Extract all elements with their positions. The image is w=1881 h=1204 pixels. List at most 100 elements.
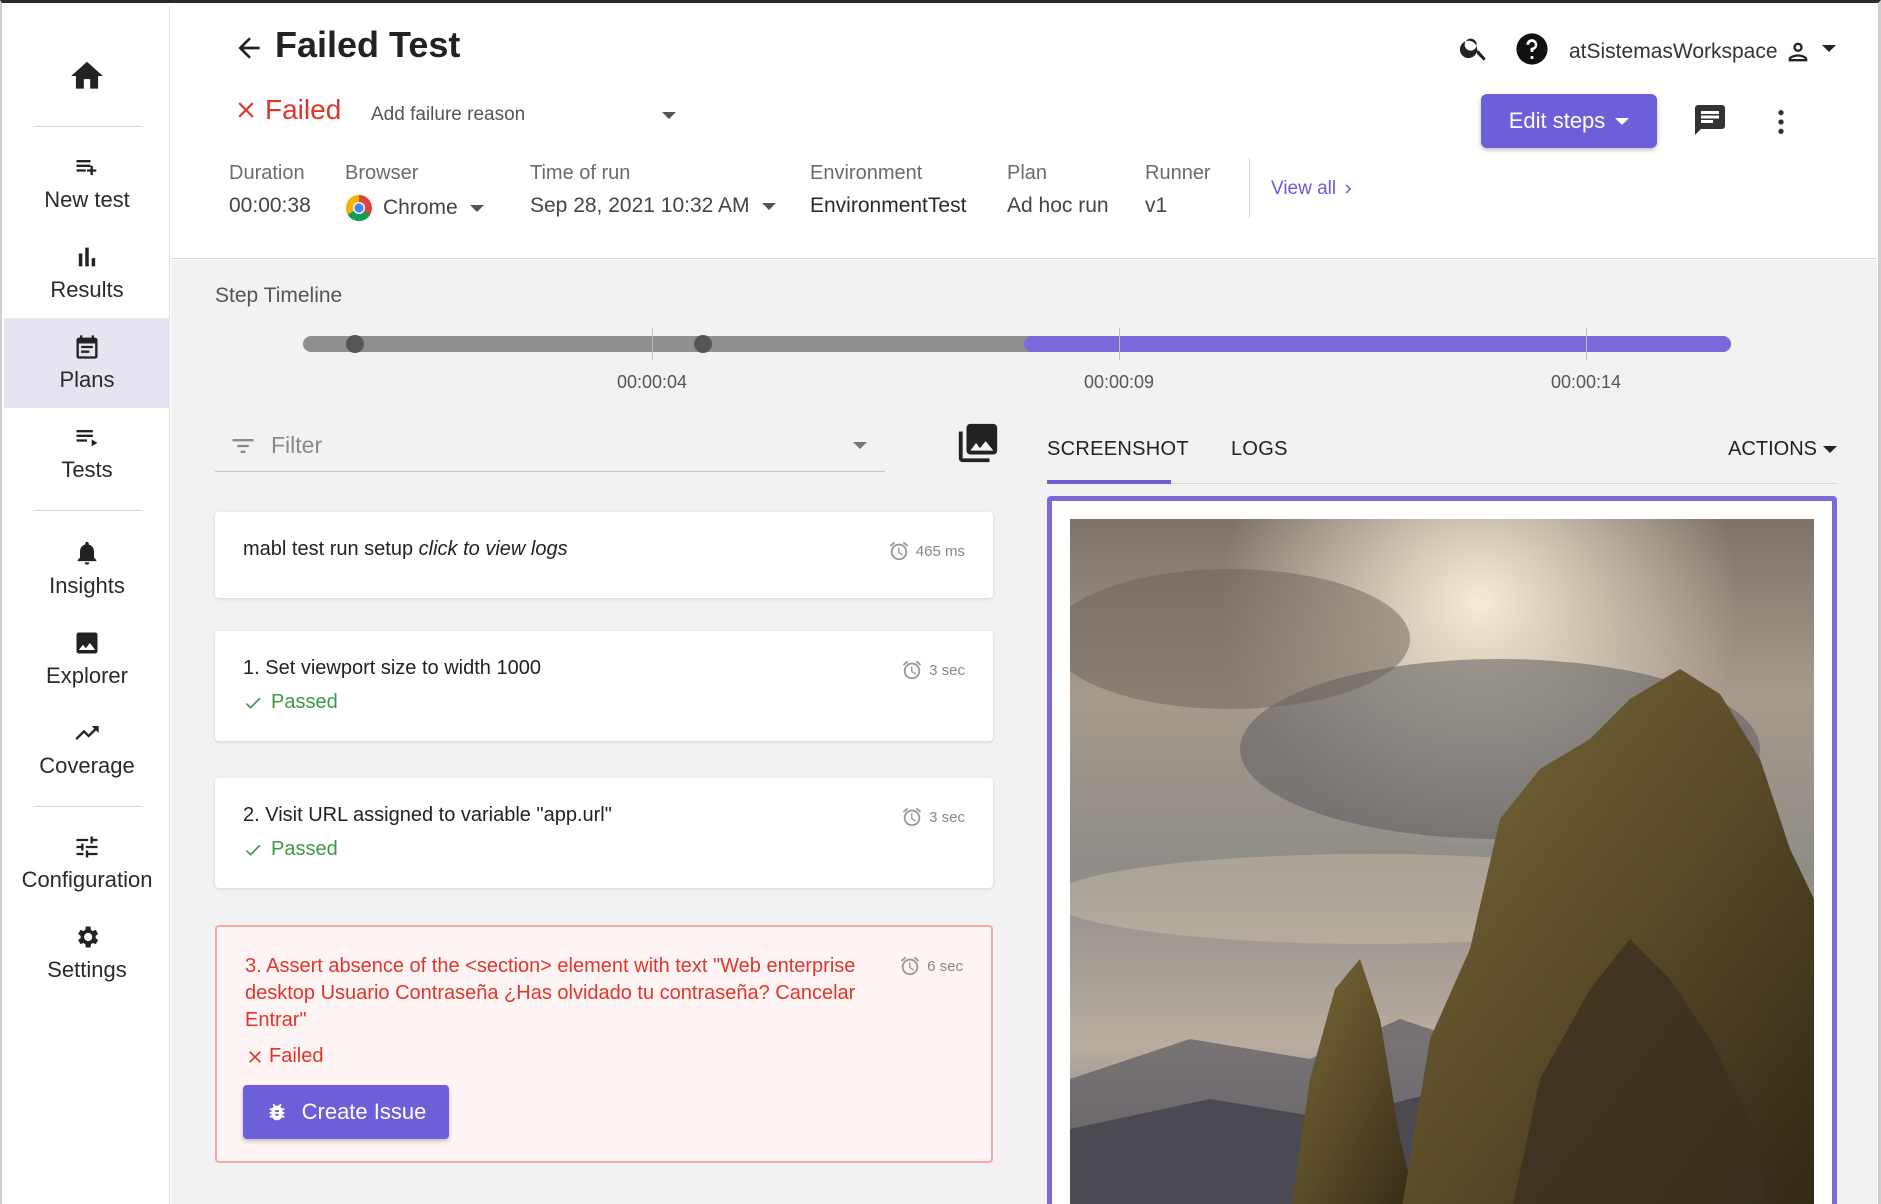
step-title-line: desktop Usuario Contraseña ¿Has olvidado… <box>245 982 856 1004</box>
back-button[interactable] <box>233 32 265 64</box>
sidebar-item-coverage[interactable]: Coverage <box>4 704 170 794</box>
view-all-link[interactable]: View all <box>1271 178 1358 200</box>
step-duration: 465 ms <box>888 540 965 562</box>
step-card-setup[interactable]: mabl test run setup click to view logs 4… <box>215 512 993 598</box>
edit-steps-button[interactable]: Edit steps <box>1481 94 1657 148</box>
home-button[interactable] <box>4 46 170 106</box>
step-title: mabl test run setup <box>243 538 414 560</box>
filter-input[interactable]: Filter <box>215 420 885 472</box>
failure-reason-select[interactable]: Add failure reason <box>371 104 676 126</box>
sidebar-item-configuration[interactable]: Configuration <box>4 818 170 908</box>
step-title-line: 3. Assert absence of the <section> eleme… <box>245 955 856 977</box>
close-icon <box>238 102 254 118</box>
sidebar-item-new-test[interactable]: New test <box>4 138 170 228</box>
meta-runner: Runner v1 <box>1145 162 1211 218</box>
step-card-3-failed[interactable]: 3. Assert absence of the <section> eleme… <box>215 925 993 1163</box>
status-text: Failed <box>265 94 342 125</box>
chrome-icon <box>345 194 372 222</box>
sidebar-item-results[interactable]: Results <box>4 228 170 318</box>
sidebar-item-label: Settings <box>47 957 127 982</box>
alarm-icon <box>889 541 908 561</box>
meta-label: Runner <box>1145 162 1211 184</box>
filter-placeholder: Filter <box>271 432 323 458</box>
alarm-icon <box>900 956 920 976</box>
step-duration-value: 465 ms <box>915 542 965 560</box>
sidebar-item-label: New test <box>44 187 130 212</box>
more-options-button[interactable] <box>1765 106 1797 138</box>
step-card-2[interactable]: 2. Visit URL assigned to variable "app.u… <box>215 778 993 888</box>
meta-value: v1 <box>1145 194 1168 217</box>
workspace-menu[interactable]: atSistemasWorkspace <box>1569 38 1836 66</box>
timeline-step-marker[interactable] <box>346 335 364 353</box>
step-duration: 3 sec <box>901 806 965 828</box>
sidebar-item-plans[interactable]: Plans <box>4 318 170 408</box>
comment-icon <box>1695 105 1725 135</box>
meta-environment: Environment EnvironmentTest <box>810 162 966 218</box>
trending-up-icon <box>75 726 99 740</box>
timeline-tick-label: 00:00:14 <box>1551 372 1622 392</box>
calendar-icon <box>76 335 98 359</box>
user-icon <box>1788 42 1807 62</box>
chevron-down-icon <box>1823 446 1837 453</box>
sidebar-divider <box>34 806 142 807</box>
help-icon <box>1516 33 1548 65</box>
step-duration: 3 sec <box>901 659 965 681</box>
meta-label: Time of run <box>530 162 631 184</box>
step-timeline-label: Step Timeline <box>215 284 343 307</box>
page-title: Failed Test <box>275 24 461 65</box>
timeline-progress <box>1024 336 1731 352</box>
screenshot-gallery-button[interactable] <box>955 420 1001 466</box>
meta-duration: Duration 00:00:38 <box>229 162 311 218</box>
chevron-down-icon <box>662 111 676 119</box>
list-icon <box>76 430 98 447</box>
tab-logs[interactable]: LOGS <box>1231 438 1288 461</box>
step-card-1[interactable]: 1. Set viewport size to width 1000 3 sec… <box>215 631 993 741</box>
filter-icon <box>232 438 254 453</box>
close-icon <box>249 1050 261 1063</box>
tab-screenshot[interactable]: SCREENSHOT <box>1047 438 1189 461</box>
actions-menu[interactable]: ACTIONS <box>1728 438 1837 461</box>
time-value: Sep 28, 2021 10:32 AM <box>530 194 750 217</box>
search-button[interactable] <box>1458 32 1490 64</box>
timeline-step-marker[interactable] <box>694 335 712 353</box>
chevron-right-icon <box>1345 184 1352 194</box>
active-tab-indicator <box>1047 480 1171 484</box>
comments-button[interactable] <box>1692 102 1728 138</box>
view-logs-link[interactable]: click to view logs <box>419 538 568 560</box>
photo-library-icon <box>958 423 998 463</box>
app-window: New test Results Plans Tests Insights Ex… <box>0 0 1881 1204</box>
meta-label: Duration <box>229 162 305 184</box>
meta-plan: Plan Ad hoc run <box>1007 162 1109 218</box>
step-status-text: Passed <box>271 691 338 713</box>
search-icon <box>1459 38 1486 61</box>
sidebar-item-label: Explorer <box>46 663 128 688</box>
step-duration-value: 6 sec <box>927 957 963 975</box>
meta-value: 00:00:38 <box>229 194 311 217</box>
step-status-failed: Failed <box>245 1045 323 1068</box>
sidebar-item-label: Tests <box>61 457 113 482</box>
meta-time-of-run: Time of run Sep 28, 2021 10:32 AM <box>530 162 776 218</box>
sidebar-item-insights[interactable]: Insights <box>4 524 170 614</box>
bar-chart-icon <box>78 247 96 267</box>
help-button[interactable] <box>1515 32 1549 66</box>
image-icon <box>76 632 98 654</box>
landscape-screenshot-image <box>1070 519 1814 1204</box>
timeline-tick <box>652 328 653 360</box>
sidebar-item-tests[interactable]: Tests <box>4 408 170 498</box>
edit-steps-label: Edit steps <box>1508 108 1606 133</box>
timeline-tick <box>1586 328 1587 360</box>
failure-reason-placeholder: Add failure reason <box>371 104 526 125</box>
browser-select[interactable]: Chrome <box>345 194 484 222</box>
meta-divider <box>1249 158 1250 218</box>
sidebar-item-explorer[interactable]: Explorer <box>4 614 170 704</box>
step-screenshot[interactable] <box>1070 519 1814 1204</box>
time-of-run-select[interactable]: Sep 28, 2021 10:32 AM <box>530 194 776 218</box>
arrow-back-icon <box>238 37 260 59</box>
step-status-passed: Passed <box>243 691 338 714</box>
detail-tabs: SCREENSHOT LOGS ACTIONS <box>1047 420 1837 484</box>
sidebar-item-settings[interactable]: Settings <box>4 908 170 998</box>
status-badge: Failed <box>233 94 341 126</box>
create-issue-button[interactable]: Create Issue <box>243 1085 449 1139</box>
screenshot-frame <box>1047 496 1837 1204</box>
playlist-add-icon <box>76 160 97 176</box>
